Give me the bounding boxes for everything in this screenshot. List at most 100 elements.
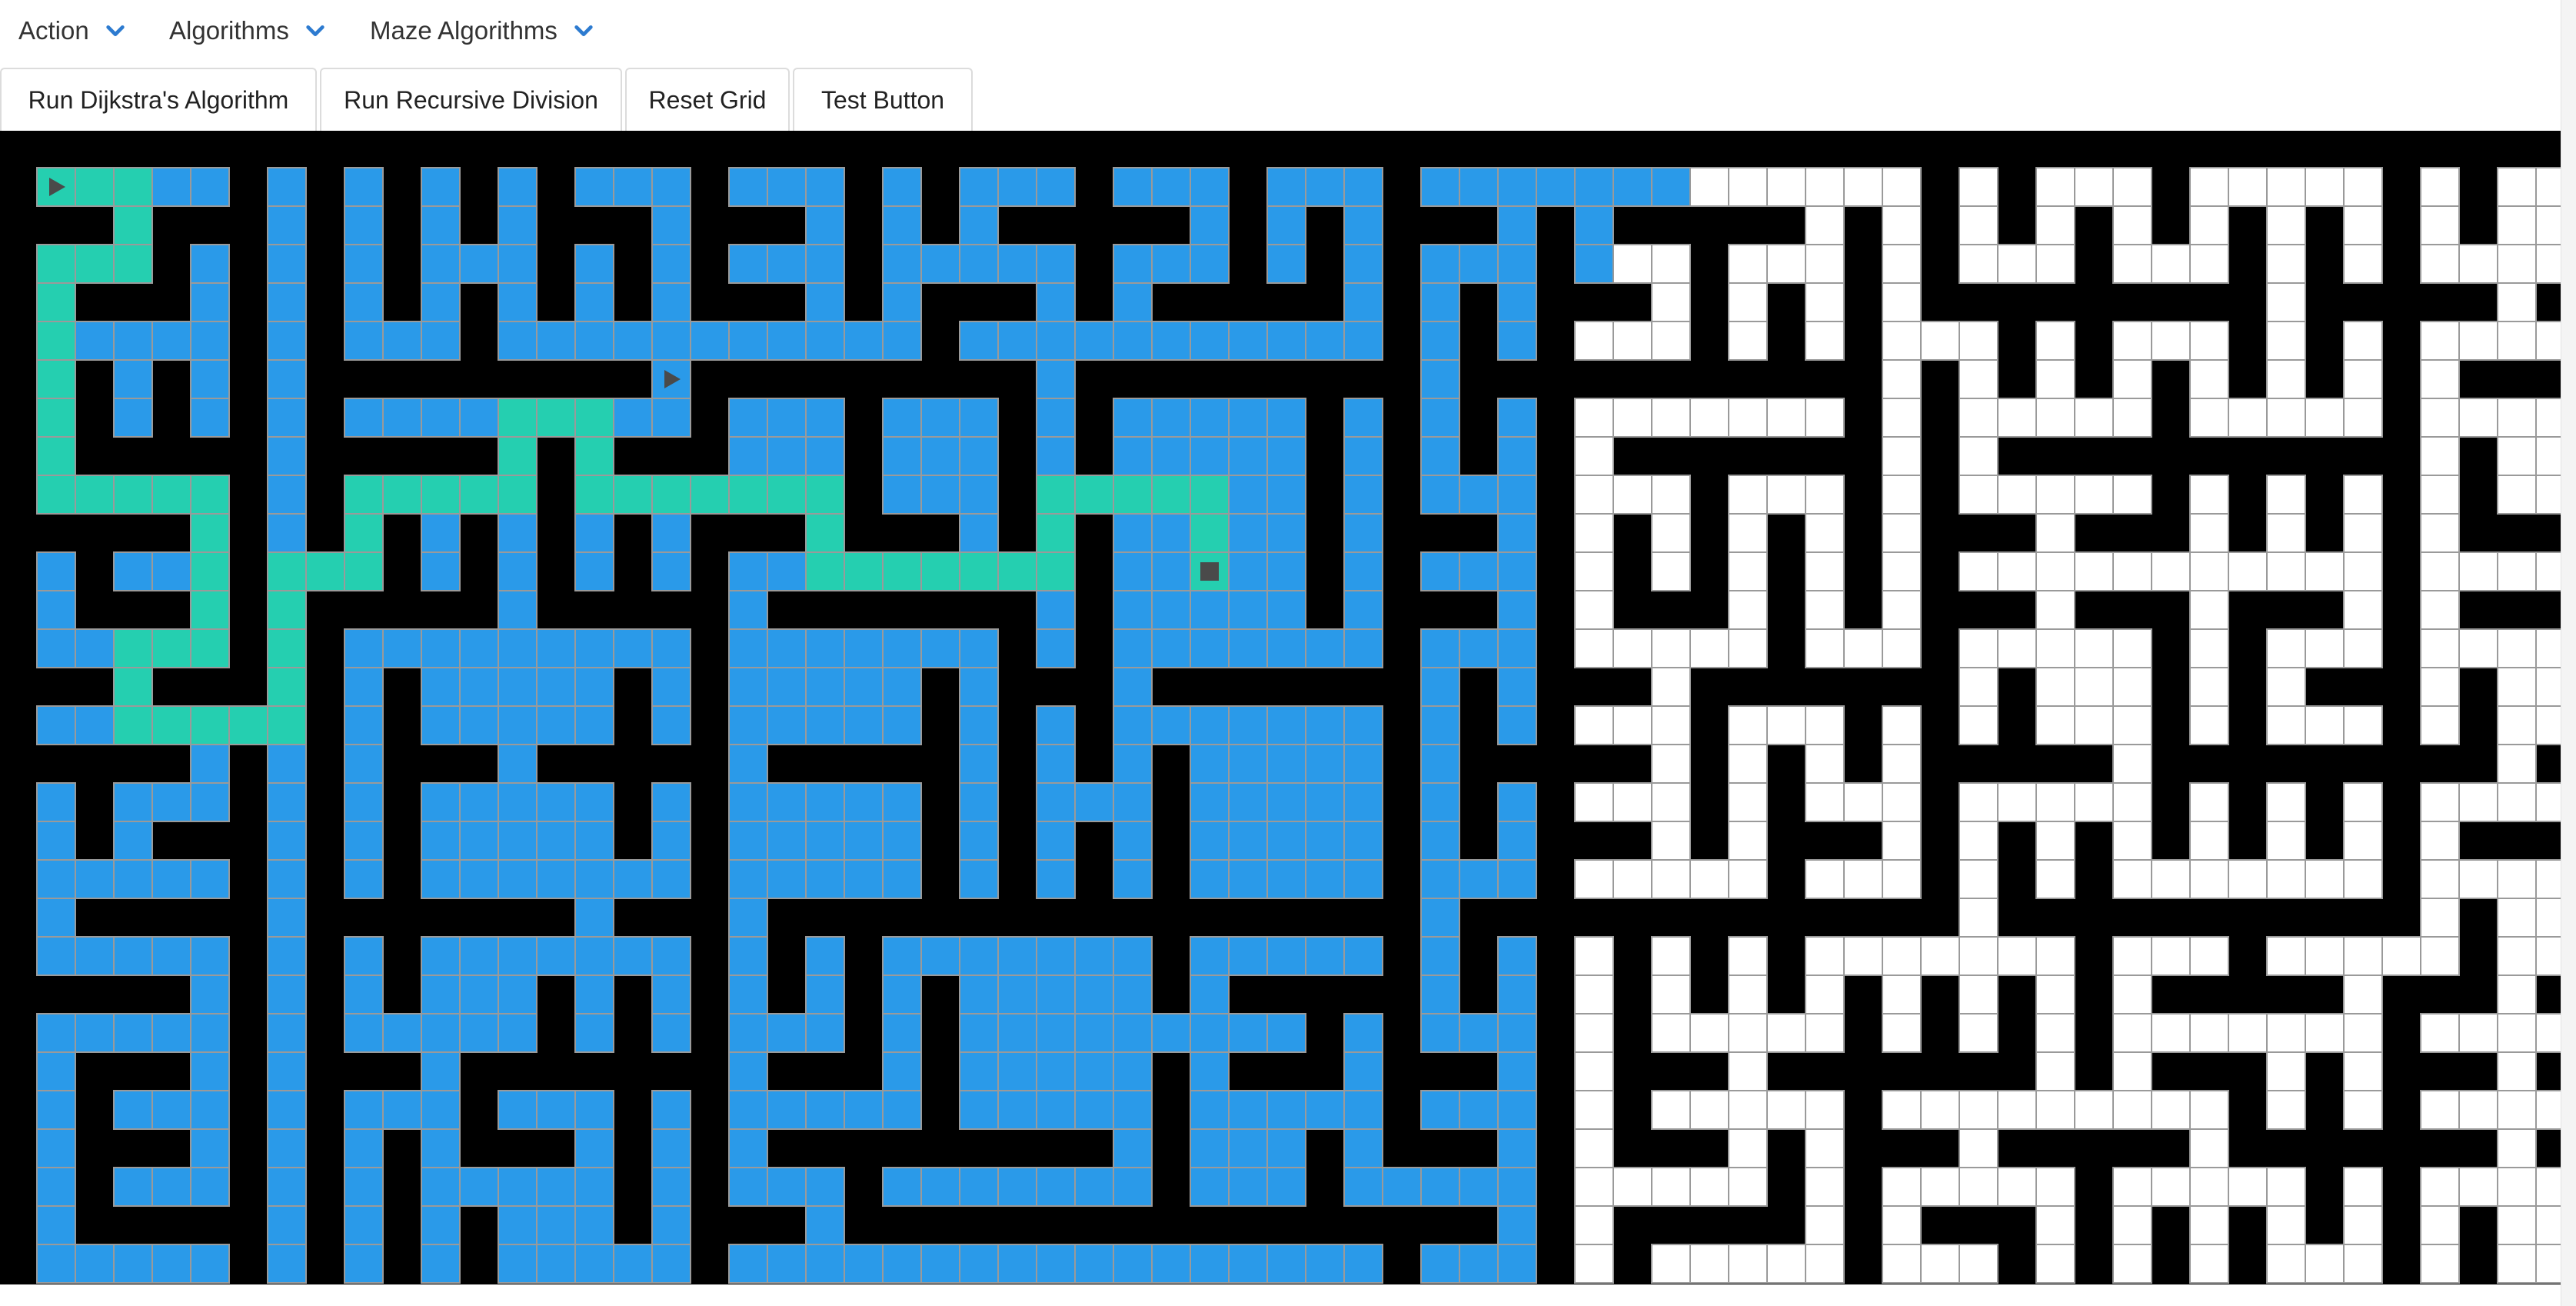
unvisited-cell[interactable]	[2343, 205, 2383, 245]
visited-cell[interactable]	[728, 1167, 768, 1207]
visited-cell[interactable]	[1036, 1244, 1076, 1284]
unvisited-cell[interactable]	[1805, 936, 1845, 976]
visited-cell[interactable]	[459, 975, 499, 1014]
visited-cell[interactable]	[651, 205, 691, 245]
path-cell[interactable]	[36, 359, 76, 399]
visited-cell[interactable]	[882, 321, 922, 361]
unvisited-cell[interactable]	[2305, 167, 2345, 207]
unvisited-cell[interactable]	[1612, 1167, 1652, 1207]
unvisited-cell[interactable]	[2266, 782, 2306, 822]
unvisited-cell[interactable]	[1574, 398, 1614, 438]
unvisited-cell[interactable]	[1728, 551, 1768, 591]
unvisited-cell[interactable]	[1959, 167, 1999, 207]
visited-cell[interactable]	[844, 1244, 884, 1284]
visited-cell[interactable]	[1343, 1090, 1383, 1130]
unvisited-cell[interactable]	[2074, 628, 2114, 668]
visited-cell[interactable]	[882, 205, 922, 245]
unvisited-cell[interactable]	[2420, 705, 2460, 745]
visited-cell[interactable]	[920, 475, 960, 515]
unvisited-cell[interactable]	[2497, 744, 2537, 784]
visited-cell[interactable]	[651, 821, 691, 861]
visited-cell[interactable]	[267, 936, 307, 976]
visited-cell[interactable]	[1497, 1244, 1537, 1284]
visited-cell[interactable]	[1497, 244, 1537, 284]
visited-cell[interactable]	[267, 1051, 307, 1091]
visited-cell[interactable]	[959, 398, 999, 438]
visited-cell[interactable]	[498, 244, 537, 284]
visited-cell[interactable]	[1266, 205, 1306, 245]
visited-cell[interactable]	[1497, 1051, 1537, 1091]
visited-cell[interactable]	[421, 667, 461, 707]
path-cell[interactable]	[36, 436, 76, 476]
unvisited-cell[interactable]	[2343, 1205, 2383, 1245]
visited-cell[interactable]	[959, 436, 999, 476]
visited-cell[interactable]	[1497, 1090, 1537, 1130]
visited-cell[interactable]	[267, 1090, 307, 1130]
visited-cell[interactable]	[1151, 398, 1191, 438]
visited-cell[interactable]	[113, 1013, 153, 1053]
unvisited-cell[interactable]	[2189, 628, 2229, 668]
unvisited-cell[interactable]	[2266, 359, 2306, 399]
unvisited-cell[interactable]	[1766, 167, 1806, 207]
visited-cell[interactable]	[1497, 782, 1537, 822]
unvisited-cell[interactable]	[1574, 1128, 1614, 1168]
unvisited-cell[interactable]	[1959, 975, 1999, 1014]
visited-cell[interactable]	[882, 1244, 922, 1284]
visited-cell[interactable]	[1036, 436, 1076, 476]
visited-cell[interactable]	[1305, 744, 1345, 784]
visited-cell[interactable]	[1266, 628, 1306, 668]
path-cell[interactable]	[920, 551, 960, 591]
visited-cell[interactable]	[1536, 167, 1576, 207]
visited-cell[interactable]	[959, 1167, 999, 1207]
unvisited-cell[interactable]	[2497, 975, 2537, 1014]
menu-algorithms[interactable]: Algorithms	[169, 9, 326, 52]
unvisited-cell[interactable]	[2420, 782, 2460, 822]
visited-cell[interactable]	[1228, 1128, 1268, 1168]
visited-cell[interactable]	[613, 1244, 653, 1284]
unvisited-cell[interactable]	[2343, 1013, 2383, 1053]
unvisited-cell[interactable]	[1959, 859, 1999, 899]
unvisited-cell[interactable]	[1882, 1013, 1922, 1053]
unvisited-cell[interactable]	[2112, 244, 2152, 284]
unvisited-cell[interactable]	[1728, 282, 1768, 322]
unvisited-cell[interactable]	[2112, 551, 2152, 591]
visited-cell[interactable]	[1497, 705, 1537, 745]
unvisited-cell[interactable]	[2151, 244, 2191, 284]
visited-cell[interactable]	[421, 782, 461, 822]
unvisited-cell[interactable]	[1728, 475, 1768, 515]
visited-cell[interactable]	[75, 859, 115, 899]
visited-cell[interactable]	[844, 782, 884, 822]
visited-cell[interactable]	[1497, 936, 1537, 976]
unvisited-cell[interactable]	[2497, 705, 2537, 745]
unvisited-cell[interactable]	[2497, 1205, 2537, 1245]
unvisited-cell[interactable]	[2035, 821, 2075, 861]
visited-cell[interactable]	[767, 859, 807, 899]
visited-cell[interactable]	[1036, 359, 1076, 399]
unvisited-cell[interactable]	[1997, 551, 2037, 591]
visited-cell[interactable]	[1305, 859, 1345, 899]
visited-cell[interactable]	[1113, 398, 1153, 438]
unvisited-cell[interactable]	[2035, 475, 2075, 515]
unvisited-cell[interactable]	[1574, 1205, 1614, 1245]
visited-cell[interactable]	[767, 244, 807, 284]
visited-cell[interactable]	[1113, 244, 1153, 284]
path-cell[interactable]	[574, 398, 614, 438]
visited-cell[interactable]	[844, 705, 884, 745]
unvisited-cell[interactable]	[1689, 1244, 1729, 1284]
visited-cell[interactable]	[498, 321, 537, 361]
visited-cell[interactable]	[1228, 628, 1268, 668]
visited-cell[interactable]	[113, 936, 153, 976]
unvisited-cell[interactable]	[2035, 551, 2075, 591]
visited-cell[interactable]	[1113, 975, 1153, 1014]
visited-cell[interactable]	[805, 859, 845, 899]
path-cell[interactable]	[190, 628, 230, 668]
visited-cell[interactable]	[113, 551, 153, 591]
unvisited-cell[interactable]	[2535, 898, 2561, 938]
unvisited-cell[interactable]	[2189, 359, 2229, 399]
unvisited-cell[interactable]	[1959, 936, 1999, 976]
visited-cell[interactable]	[1612, 167, 1652, 207]
visited-cell[interactable]	[728, 1128, 768, 1168]
visited-cell[interactable]	[1266, 398, 1306, 438]
unvisited-cell[interactable]	[2458, 628, 2498, 668]
visited-cell[interactable]	[1497, 321, 1537, 361]
